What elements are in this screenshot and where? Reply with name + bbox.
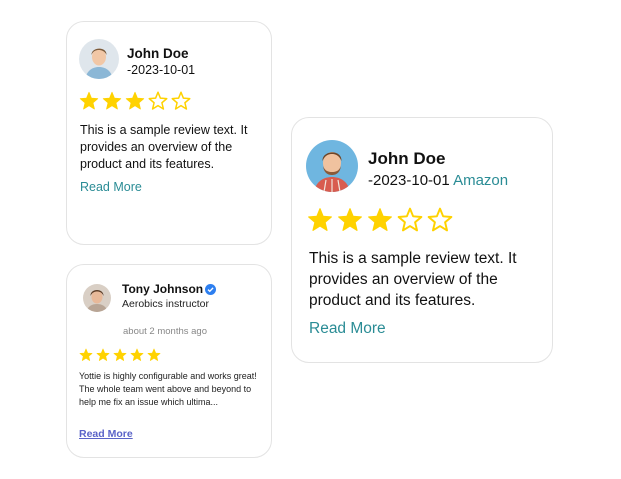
review-text: This is a sample review text. It provide… bbox=[309, 250, 517, 309]
reviewer-name: John Doe bbox=[127, 46, 189, 61]
avatar bbox=[83, 284, 111, 312]
star-rating bbox=[79, 348, 161, 362]
star-empty-icon bbox=[148, 91, 168, 110]
star-filled-icon bbox=[79, 91, 99, 110]
review-text: This is a sample review text. It provide… bbox=[80, 123, 248, 171]
review-date: -2023-10-01 bbox=[127, 63, 196, 77]
star-empty-icon bbox=[171, 91, 191, 110]
star-filled-icon bbox=[368, 208, 392, 231]
verified-badge-icon bbox=[205, 284, 216, 295]
star-empty-icon bbox=[397, 207, 423, 232]
star-filled-icon bbox=[113, 348, 127, 361]
star-empty-icon bbox=[427, 207, 453, 232]
review-time: about 2 months ago bbox=[123, 326, 207, 337]
avatar bbox=[306, 140, 358, 192]
read-more-link[interactable]: Read More bbox=[309, 320, 386, 338]
review-card-3: John Doe -2023-10-01 Amazon This is a sa… bbox=[291, 117, 553, 363]
star-filled-icon bbox=[130, 348, 144, 361]
star-filled-icon bbox=[147, 348, 161, 361]
star-filled-icon bbox=[338, 208, 362, 231]
star-filled-icon bbox=[102, 91, 122, 110]
review-source: Amazon bbox=[453, 172, 509, 189]
avatar bbox=[79, 39, 119, 79]
star-filled-icon bbox=[125, 91, 145, 110]
review-card-1: John Doe -2023-10-01 This is a sample re… bbox=[66, 21, 272, 245]
star-filled-icon bbox=[308, 208, 332, 231]
star-filled-icon bbox=[96, 348, 110, 361]
star-rating bbox=[79, 91, 191, 111]
star-rating bbox=[307, 207, 453, 233]
read-more-link[interactable]: Read More bbox=[80, 180, 142, 194]
review-card-2: Tony Johnson Aerobics instructor about 2… bbox=[66, 264, 272, 458]
star-filled-icon bbox=[79, 348, 93, 361]
read-more-link[interactable]: Read More bbox=[79, 428, 133, 440]
reviewer-role: Aerobics instructor bbox=[122, 298, 209, 310]
review-text: Yottie is highly configurable and works … bbox=[79, 371, 257, 407]
reviewer-name: Tony Johnson bbox=[122, 282, 204, 296]
review-date: -2023-10-01 bbox=[368, 172, 450, 189]
review-date-source: -2023-10-01 Amazon bbox=[368, 172, 508, 189]
reviewer-name: John Doe bbox=[368, 149, 446, 168]
